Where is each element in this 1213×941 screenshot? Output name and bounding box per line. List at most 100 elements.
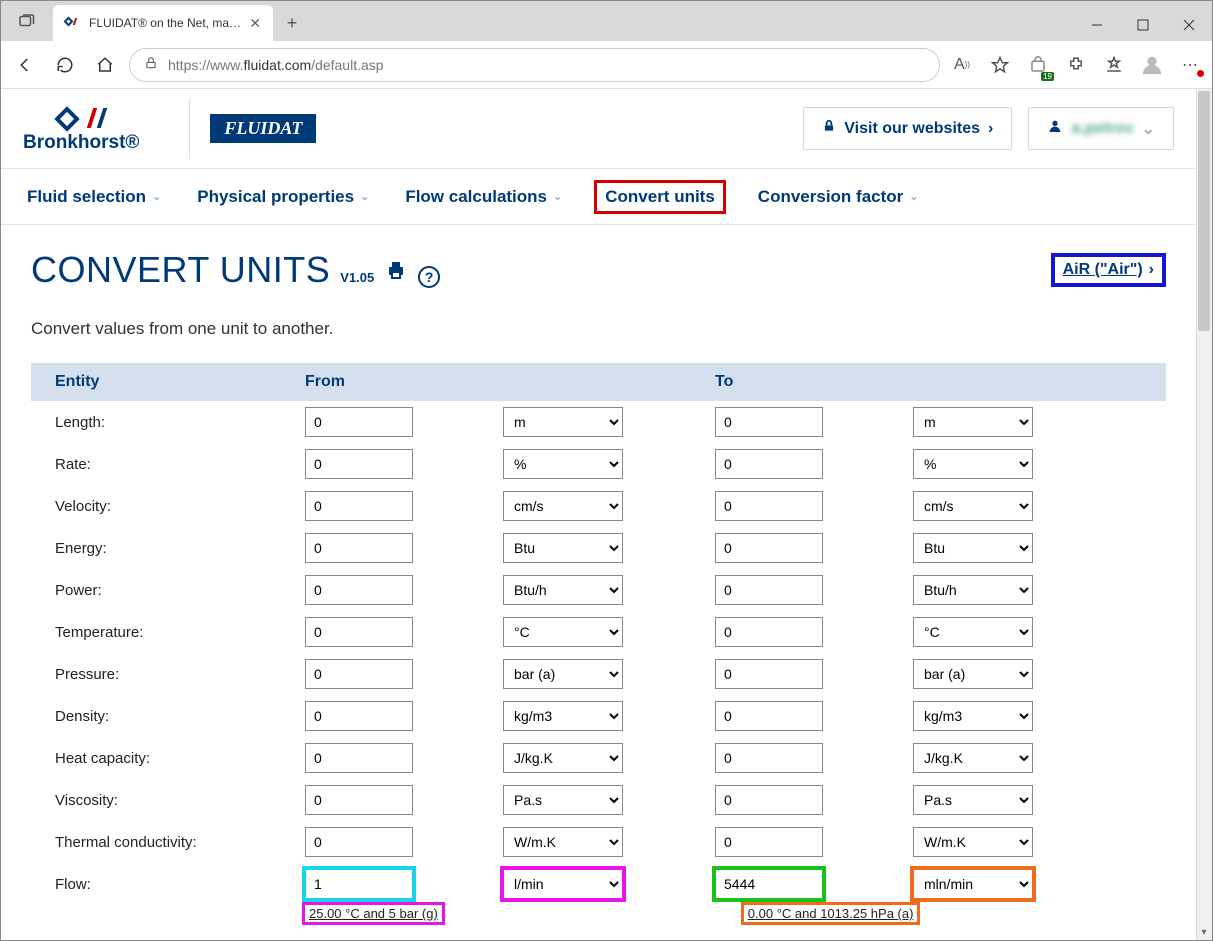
from-unit-select[interactable]: J/kg.K	[503, 743, 623, 773]
to-value-input[interactable]	[715, 785, 823, 815]
site-header: Bronkhorst® FLUIDAT Visit our websites ›	[1, 89, 1196, 169]
tab-close-icon[interactable]: ✕	[249, 15, 261, 32]
from-value-input[interactable]	[305, 827, 413, 857]
page-version: V1.05	[340, 270, 374, 285]
from-unit-select[interactable]: l/min	[503, 869, 623, 899]
titlebar: FLUIDAT® on the Net, mass flow ✕ +	[1, 1, 1212, 41]
profile-icon[interactable]	[1138, 51, 1166, 79]
entity-label: Velocity:	[55, 498, 305, 515]
chevron-right-icon: ›	[1149, 261, 1154, 279]
from-unit-select[interactable]: Pa.s	[503, 785, 623, 815]
table-row: Thermal conductivity: W/m.K W/m.K	[31, 821, 1166, 863]
from-unit-select[interactable]: kg/m3	[503, 701, 623, 731]
help-icon[interactable]: ?	[418, 266, 440, 288]
table-row: Length:mm	[31, 401, 1166, 443]
to-conditions-link[interactable]: 0.00 °C and 1013.25 hPa (a)	[744, 905, 918, 922]
visit-websites-button[interactable]: Visit our websites ›	[803, 107, 1012, 150]
read-aloud-icon[interactable]: A))	[948, 51, 976, 79]
nav-item-convert-units[interactable]: Convert units	[594, 180, 726, 214]
page-subtitle: Convert values from one unit to another.	[31, 319, 1166, 339]
to-unit-select[interactable]: cm/s	[913, 491, 1033, 521]
from-unit-select[interactable]: %	[503, 449, 623, 479]
to-unit-select[interactable]: W/m.K	[913, 827, 1033, 857]
to-unit-select[interactable]: m	[913, 407, 1033, 437]
from-value-input[interactable]	[305, 491, 413, 521]
from-value-input[interactable]	[305, 701, 413, 731]
to-value-input[interactable]	[715, 449, 823, 479]
nav-item-physical-properties[interactable]: Physical properties⌄	[193, 181, 373, 213]
entity-label: Viscosity:	[55, 792, 305, 809]
new-tab-button[interactable]: +	[277, 8, 307, 38]
from-conditions-link[interactable]: 25.00 °C and 5 bar (g)	[305, 905, 442, 922]
tabs-button[interactable]	[1, 1, 51, 41]
browser-tab[interactable]: FLUIDAT® on the Net, mass flow ✕	[53, 5, 273, 41]
favorite-icon[interactable]	[986, 51, 1014, 79]
window-close-button[interactable]	[1166, 9, 1212, 41]
nav-item-fluid-selection[interactable]: Fluid selection⌄	[23, 181, 165, 213]
from-value-input[interactable]	[305, 617, 413, 647]
print-icon[interactable]	[384, 258, 408, 288]
brand-logo[interactable]: Bronkhorst®	[23, 104, 139, 154]
to-unit-select[interactable]: bar (a)	[913, 659, 1033, 689]
to-unit-select[interactable]: kg/m3	[913, 701, 1033, 731]
chevron-right-icon: ›	[988, 120, 993, 138]
col-from: From	[305, 373, 715, 391]
from-value-input[interactable]	[305, 449, 413, 479]
to-value-input[interactable]	[715, 869, 823, 899]
to-value-input[interactable]	[715, 575, 823, 605]
from-unit-select[interactable]: W/m.K	[503, 827, 623, 857]
from-value-input[interactable]	[305, 659, 413, 689]
from-unit-select[interactable]: bar (a)	[503, 659, 623, 689]
refresh-button[interactable]	[49, 49, 81, 81]
to-value-input[interactable]	[715, 659, 823, 689]
address-bar: https://www.fluidat.com/default.asp A)) …	[1, 41, 1212, 89]
to-value-input[interactable]	[715, 407, 823, 437]
scrollbar-thumb[interactable]	[1198, 91, 1210, 331]
to-unit-select[interactable]: Pa.s	[913, 785, 1033, 815]
to-unit-select[interactable]: °C	[913, 617, 1033, 647]
to-unit-select[interactable]: Btu	[913, 533, 1033, 563]
from-unit-select[interactable]: cm/s	[503, 491, 623, 521]
shopping-icon[interactable]: 19	[1024, 51, 1052, 79]
home-button[interactable]	[89, 49, 121, 81]
table-row: Flow: l/min mln/min	[31, 863, 1166, 905]
to-value-input[interactable]	[715, 827, 823, 857]
back-button[interactable]	[9, 49, 41, 81]
entity-label: Flow:	[55, 876, 305, 893]
page-title: CONVERT UNITS	[31, 249, 330, 291]
more-menu-icon[interactable]: ⋯	[1176, 51, 1204, 79]
from-value-input[interactable]	[305, 407, 413, 437]
scrollbar[interactable]: ▾	[1196, 89, 1212, 940]
nav-item-flow-calculations[interactable]: Flow calculations⌄	[401, 181, 566, 213]
from-value-input[interactable]	[305, 743, 413, 773]
entity-label: Thermal conductivity:	[55, 834, 305, 851]
entity-label: Energy:	[55, 540, 305, 557]
to-unit-select[interactable]: J/kg.K	[913, 743, 1033, 773]
extensions-icon[interactable]	[1062, 51, 1090, 79]
from-unit-select[interactable]: Btu	[503, 533, 623, 563]
to-unit-select[interactable]: mln/min	[913, 869, 1033, 899]
from-value-input[interactable]	[305, 785, 413, 815]
to-value-input[interactable]	[715, 743, 823, 773]
to-value-input[interactable]	[715, 617, 823, 647]
to-value-input[interactable]	[715, 491, 823, 521]
from-unit-select[interactable]: °C	[503, 617, 623, 647]
from-unit-select[interactable]: m	[503, 407, 623, 437]
to-unit-select[interactable]: Btu/h	[913, 575, 1033, 605]
to-value-input[interactable]	[715, 701, 823, 731]
user-menu-button[interactable]: a.petrov ⌄	[1028, 107, 1174, 150]
url-input[interactable]: https://www.fluidat.com/default.asp	[129, 48, 940, 82]
from-value-input[interactable]	[305, 533, 413, 563]
from-unit-select[interactable]: Btu/h	[503, 575, 623, 605]
from-value-input[interactable]	[305, 869, 413, 899]
col-to: To	[715, 373, 1125, 391]
to-unit-select[interactable]: %	[913, 449, 1033, 479]
to-value-input[interactable]	[715, 533, 823, 563]
from-value-input[interactable]	[305, 575, 413, 605]
fluid-selection-link[interactable]: AiR ("Air") ›	[1051, 253, 1166, 287]
nav-item-conversion-factor[interactable]: Conversion factor⌄	[754, 181, 923, 213]
window-maximize-button[interactable]	[1120, 9, 1166, 41]
scroll-down-icon[interactable]: ▾	[1196, 924, 1212, 940]
favorites-list-icon[interactable]	[1100, 51, 1128, 79]
window-minimize-button[interactable]	[1074, 9, 1120, 41]
